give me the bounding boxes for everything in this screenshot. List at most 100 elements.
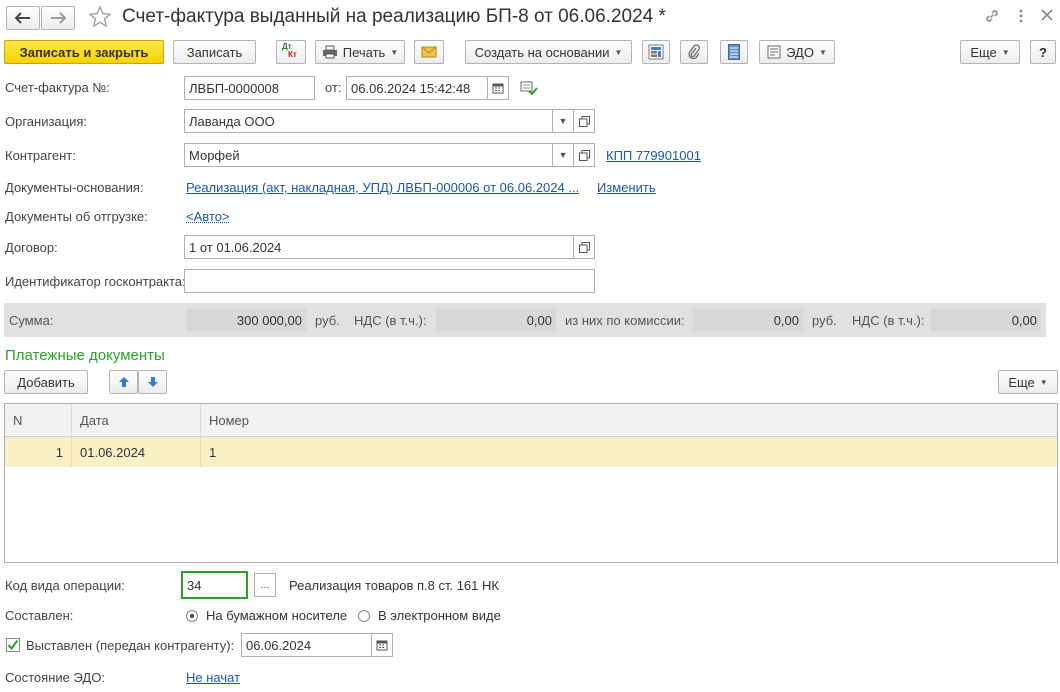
edo-icon — [767, 45, 781, 59]
email-button[interactable] — [414, 40, 444, 64]
op-code-select-button[interactable]: ... — [254, 573, 276, 597]
favorite-star-icon[interactable] — [88, 5, 112, 32]
calendar-button[interactable] — [487, 76, 509, 100]
more-button[interactable]: Еще ▼ — [960, 40, 1020, 64]
contract-label: Договор: — [5, 240, 58, 255]
commission-amount: 0,00 — [693, 309, 803, 331]
document-list-icon — [728, 44, 740, 60]
base-docs-link[interactable]: Реализация (акт, накладная, УПД) ЛВБП-00… — [186, 180, 579, 195]
chevron-down-icon: ▼ — [558, 116, 568, 126]
organization-input[interactable]: Лаванда ООО — [184, 109, 553, 133]
save-button[interactable]: Записать — [173, 40, 256, 64]
edo-state-link[interactable]: Не начат — [186, 670, 240, 685]
open-window-icon — [578, 115, 590, 127]
page-title: Счет-фактура выданный на реализацию БП-8… — [122, 6, 666, 27]
column-header-number[interactable]: Номер — [201, 404, 1057, 436]
move-down-button[interactable] — [138, 370, 167, 394]
envelope-icon — [421, 46, 437, 58]
attach-button[interactable] — [680, 40, 708, 64]
open-window-icon — [578, 149, 590, 161]
vat-amount: 0,00 — [436, 309, 556, 331]
hierarchy-icon — [648, 44, 664, 60]
radio-paper-label[interactable]: На бумажном носителе — [206, 608, 347, 623]
sum-currency-2: руб. — [812, 313, 837, 328]
payments-more-label: Еще — [1008, 374, 1035, 390]
kpp-link[interactable]: КПП 779901001 — [606, 148, 701, 163]
close-icon[interactable] — [1040, 8, 1054, 25]
cell-n: 1 — [5, 437, 72, 467]
payments-table: N Дата Номер 1 01.06.2024 1 — [4, 403, 1058, 563]
issued-checkbox[interactable] — [6, 638, 20, 652]
cell-number: 1 — [209, 444, 217, 460]
column-header-date[interactable]: Дата — [72, 404, 201, 436]
help-button[interactable]: ? — [1030, 40, 1056, 64]
sum-currency: руб. — [315, 313, 340, 328]
checkmark-icon — [7, 639, 19, 651]
arrow-up-icon — [118, 377, 129, 387]
invoice-number-input[interactable]: ЛВБП-0000008 — [184, 76, 315, 100]
op-code-input[interactable]: 34 — [181, 571, 248, 599]
gov-contract-input[interactable] — [184, 269, 595, 293]
print-label: Печать — [342, 44, 386, 60]
contractor-dropdown-button[interactable]: ▼ — [552, 143, 574, 167]
vat2-label: НДС (в т.ч.): — [852, 313, 925, 328]
link-icon[interactable] — [984, 8, 1000, 27]
contract-open-button[interactable] — [573, 235, 595, 259]
edo-label: ЭДО — [786, 44, 814, 60]
save-and-close-button[interactable]: Записать и закрыть — [4, 40, 164, 64]
printer-icon — [322, 45, 337, 59]
structure-button[interactable] — [642, 40, 670, 64]
radio-paper[interactable] — [186, 610, 198, 622]
vat-label: НДС (в т.ч.): — [354, 313, 427, 328]
paperclip-icon — [688, 44, 700, 60]
vat2-amount: 0,00 — [930, 309, 1041, 331]
shipment-docs-label: Документы об отгрузке: — [5, 209, 148, 224]
chevron-down-icon: ▼ — [614, 47, 623, 57]
edo-status-icon[interactable] — [520, 81, 538, 98]
edo-button[interactable]: ЭДО ▼ — [759, 40, 835, 64]
column-header-n[interactable]: N — [5, 404, 72, 436]
contract-input[interactable]: 1 от 01.06.2024 — [184, 235, 574, 259]
move-up-button[interactable] — [109, 370, 138, 394]
op-code-label: Код вида операции: — [5, 578, 125, 593]
dtkt-button[interactable]: Дт Кт — [276, 40, 306, 64]
composed-label: Составлен: — [5, 608, 74, 623]
radio-electronic[interactable] — [358, 610, 370, 622]
payments-more-button[interactable]: Еще ▼ — [998, 370, 1058, 394]
sum-bar: Сумма: 300 000,00 руб. НДС (в т.ч.): 0,0… — [4, 303, 1046, 337]
contractor-label: Контрагент: — [5, 148, 76, 163]
invoice-date-input[interactable]: 06.06.2024 15:42:48 — [346, 76, 488, 100]
radio-electronic-label[interactable]: В электронном виде — [378, 608, 501, 623]
calendar-icon — [492, 83, 504, 94]
issued-date-input[interactable]: 06.06.2024 — [241, 633, 372, 657]
forward-button[interactable] — [41, 6, 75, 30]
edo-state-label: Состояние ЭДО: — [5, 670, 105, 685]
contractor-input[interactable]: Морфей — [184, 143, 553, 167]
chevron-down-icon: ▼ — [390, 47, 399, 57]
chevron-down-icon: ▼ — [818, 47, 827, 57]
change-link[interactable]: Изменить — [597, 180, 656, 195]
organization-open-button[interactable] — [573, 109, 595, 133]
contractor-open-button[interactable] — [573, 143, 595, 167]
chevron-down-icon: ▼ — [1039, 377, 1048, 387]
table-row[interactable]: 1 01.06.2024 1 — [5, 437, 1057, 467]
back-button[interactable] — [6, 6, 40, 30]
add-payment-button[interactable]: Добавить — [4, 370, 88, 394]
invoice-number-label: Счет-фактура №: — [5, 80, 110, 95]
create-based-label: Создать на основании — [474, 44, 610, 60]
organization-label: Организация: — [5, 114, 88, 129]
chevron-down-icon: ▼ — [1001, 47, 1010, 57]
chevron-down-icon: ▼ — [558, 150, 568, 160]
shipment-docs-link[interactable]: <Авто> — [186, 209, 230, 224]
create-based-button[interactable]: Создать на основании ▼ — [465, 40, 632, 64]
sum-amount: 300 000,00 — [186, 309, 306, 331]
more-vertical-icon[interactable] — [1017, 8, 1025, 24]
invoice-date-label: от: — [325, 80, 342, 95]
issued-calendar-button[interactable] — [371, 633, 393, 657]
arrow-down-icon — [147, 377, 158, 387]
organization-dropdown-button[interactable]: ▼ — [552, 109, 574, 133]
list-doc-button[interactable] — [720, 40, 748, 64]
arrow-right-icon — [51, 12, 66, 24]
payments-title: Платежные документы — [5, 347, 165, 364]
print-button[interactable]: Печать ▼ — [315, 40, 405, 64]
